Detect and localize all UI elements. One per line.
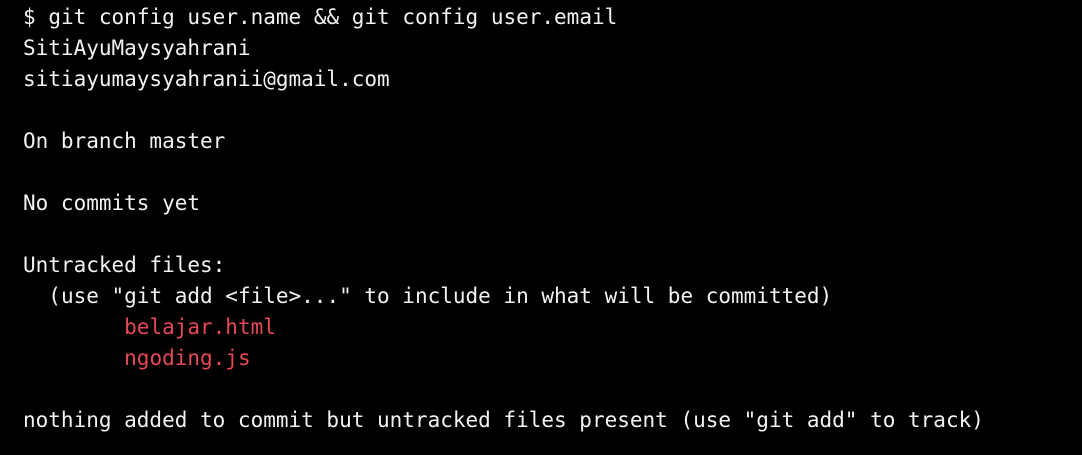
summary-status: nothing added to commit but untracked fi… — [23, 408, 984, 432]
untracked-file-line: ngoding.js — [23, 343, 1082, 374]
untracked-file: ngoding.js — [124, 346, 251, 370]
config-name-output: SitiAyuMaysyahrani — [23, 36, 251, 60]
command-text: git config user.name && git config user.… — [48, 5, 618, 29]
untracked-hint: (use "git add <file>..." to include in w… — [48, 284, 833, 308]
untracked-header: Untracked files: — [23, 253, 226, 277]
branch-status: On branch master — [23, 129, 226, 153]
untracked-hint-line: (use "git add <file>..." to include in w… — [23, 281, 1082, 312]
terminal-window[interactable]: $ git config user.name && git config use… — [0, 0, 1082, 455]
commits-status: No commits yet — [23, 191, 201, 215]
prompt-symbol: $ — [23, 5, 36, 29]
config-email-output: sitiayumaysyahranii@gmail.com — [23, 67, 390, 91]
untracked-file: belajar.html — [124, 315, 276, 339]
command-line: $ git config user.name && git config use… — [23, 2, 1082, 33]
untracked-file-line: belajar.html — [23, 312, 1082, 343]
